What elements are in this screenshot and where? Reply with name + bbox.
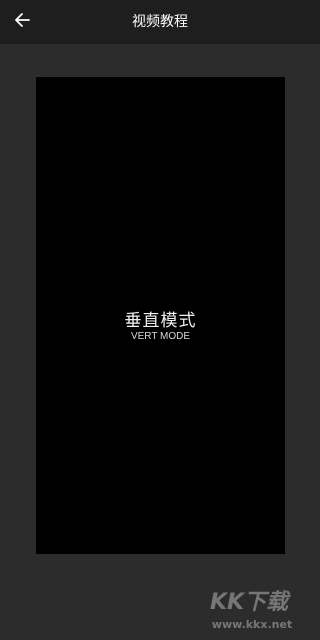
arrow-left-icon [13, 11, 31, 33]
watermark-url: www.kkx.net [211, 618, 293, 631]
page-title: 视频教程 [132, 14, 188, 30]
mode-subtitle: VERT MODE [130, 331, 191, 342]
watermark-logo: KK下载 [209, 590, 289, 615]
video-player[interactable]: 垂直模式 VERT MODE [36, 77, 285, 554]
mode-title: 垂直模式 [124, 311, 197, 331]
top-bar: 视频教程 [0, 0, 320, 44]
watermark: KK下载 www.kkx.net [190, 584, 310, 636]
back-button[interactable] [6, 6, 38, 38]
